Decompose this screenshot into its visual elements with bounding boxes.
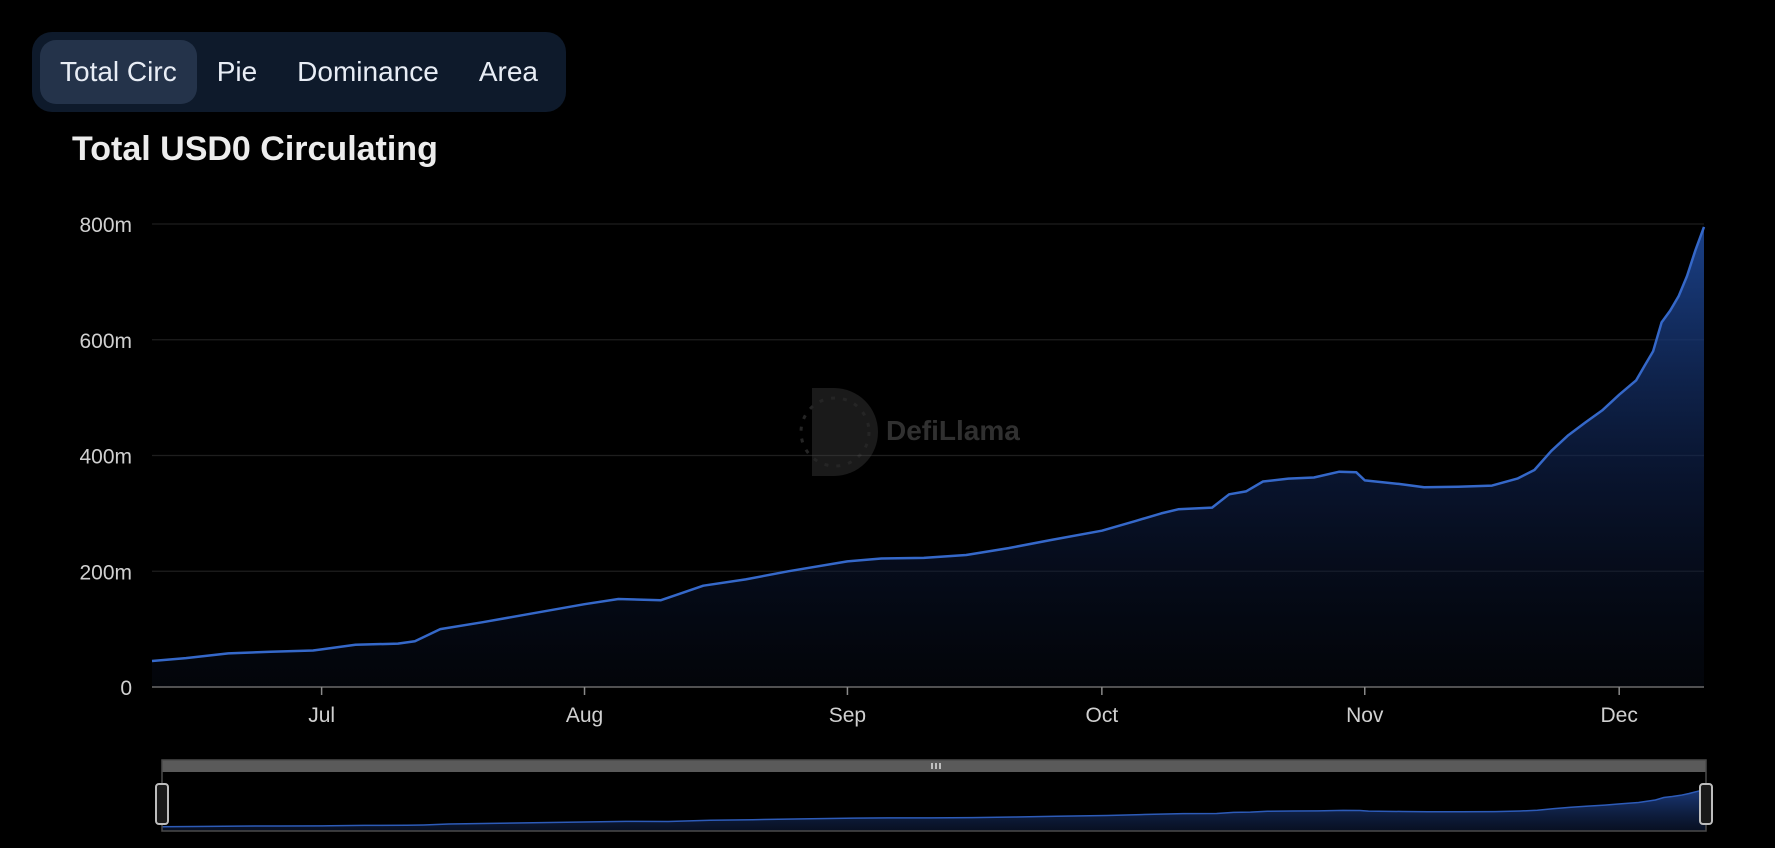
navigator-handle-right[interactable] — [1699, 783, 1713, 825]
y-tick-label: 800m — [79, 214, 132, 237]
x-tick-label: Dec — [1601, 704, 1638, 727]
y-tick-label: 400m — [79, 446, 132, 469]
watermark-text: DefiLlama — [886, 415, 1020, 446]
zoom-navigator[interactable] — [155, 759, 1713, 832]
defillama-watermark: DefiLlama — [799, 388, 1020, 476]
series-area — [152, 226, 1704, 687]
x-tick-label: Aug — [566, 704, 603, 727]
y-tick-label: 200m — [79, 561, 132, 584]
navigator-handle-left[interactable] — [155, 783, 169, 825]
y-tick-label: 0 — [120, 677, 132, 700]
area-chart: DefiLlama 0 200m 400m 600m 800m Jul Aug Sep Oct N… — [79, 214, 1713, 832]
x-tick-label: Nov — [1346, 704, 1384, 727]
chart-panel: Total Circ Pie Dominance Area Total USD0… — [0, 0, 1775, 848]
navigator-drag-bar — [162, 760, 1706, 772]
x-tick-label: Oct — [1086, 704, 1119, 727]
x-tick-label: Jul — [308, 704, 335, 727]
y-tick-label: 600m — [79, 330, 132, 353]
x-tick-label: Sep — [829, 704, 866, 727]
